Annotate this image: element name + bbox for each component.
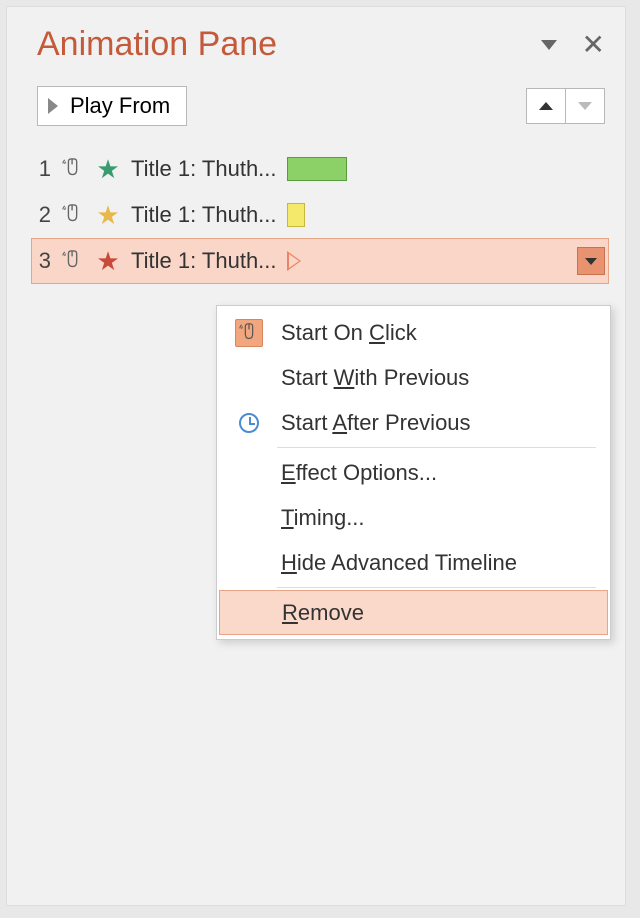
play-icon — [48, 98, 58, 114]
row-index: 3 — [35, 248, 51, 274]
menu-label: Start After Previous — [281, 410, 471, 436]
timeline-bar[interactable] — [287, 157, 347, 181]
pane-header: Animation Pane ✕ — [7, 7, 625, 76]
menu-start-after-previous[interactable]: Start After Previous — [217, 400, 610, 445]
blank-icon — [236, 599, 264, 627]
move-up-button[interactable] — [526, 88, 566, 124]
reorder-buttons — [526, 88, 605, 124]
header-controls: ✕ — [541, 31, 605, 59]
emphasis-star-icon: ★ — [95, 202, 121, 228]
mouse-click-icon — [61, 203, 85, 227]
play-outline-icon — [287, 251, 301, 271]
animation-label: Title 1: Thuth... — [131, 248, 277, 274]
mouse-click-icon — [235, 319, 263, 347]
animation-row-selected[interactable]: 3 ★ Title 1: Thuth... — [31, 238, 609, 284]
animation-list: 1 ★ Title 1: Thuth... 2 ★ Title 1: Thuth… — [7, 136, 625, 284]
animation-pane: Animation Pane ✕ Play From 1 ★ Title — [6, 6, 626, 906]
menu-label: Start On Click — [281, 320, 417, 346]
menu-effect-options[interactable]: Effect Options... — [217, 450, 610, 495]
chevron-down-icon — [585, 258, 597, 265]
blank-icon — [235, 364, 263, 392]
menu-remove[interactable]: Remove — [219, 590, 608, 635]
exit-star-icon: ★ — [95, 248, 121, 274]
blank-icon — [235, 549, 263, 577]
clock-icon — [235, 409, 263, 437]
play-from-button[interactable]: Play From — [37, 86, 187, 126]
animation-label: Title 1: Thuth... — [131, 202, 277, 228]
context-menu: Start On Click Start With Previous Start… — [216, 305, 611, 640]
pane-title: Animation Pane — [37, 25, 541, 64]
menu-hide-timeline[interactable]: Hide Advanced Timeline — [217, 540, 610, 585]
animation-row[interactable]: 1 ★ Title 1: Thuth... — [35, 146, 605, 192]
pane-options-icon[interactable] — [541, 40, 557, 50]
timeline-bar[interactable] — [287, 203, 305, 227]
close-icon[interactable]: ✕ — [582, 31, 605, 59]
menu-label: Timing... — [281, 505, 365, 531]
chevron-down-icon — [578, 102, 592, 110]
row-dropdown-button[interactable] — [577, 247, 605, 275]
animation-label: Title 1: Thuth... — [131, 156, 277, 182]
row-index: 2 — [35, 202, 51, 228]
animation-row[interactable]: 2 ★ Title 1: Thuth... — [35, 192, 605, 238]
menu-label: Hide Advanced Timeline — [281, 550, 517, 576]
menu-label: Remove — [282, 600, 364, 626]
mouse-click-icon — [61, 157, 85, 181]
menu-start-on-click[interactable]: Start On Click — [217, 310, 610, 355]
mouse-click-icon — [61, 249, 85, 273]
row-index: 1 — [35, 156, 51, 182]
entrance-star-icon: ★ — [95, 156, 121, 182]
menu-start-with-previous[interactable]: Start With Previous — [217, 355, 610, 400]
menu-label: Start With Previous — [281, 365, 469, 391]
play-button-label: Play From — [70, 93, 170, 119]
move-down-button[interactable] — [565, 88, 605, 124]
toolbar: Play From — [7, 76, 625, 136]
menu-separator — [277, 447, 596, 448]
blank-icon — [235, 504, 263, 532]
chevron-up-icon — [539, 102, 553, 110]
blank-icon — [235, 459, 263, 487]
menu-separator — [277, 587, 596, 588]
menu-label: Effect Options... — [281, 460, 437, 486]
menu-timing[interactable]: Timing... — [217, 495, 610, 540]
